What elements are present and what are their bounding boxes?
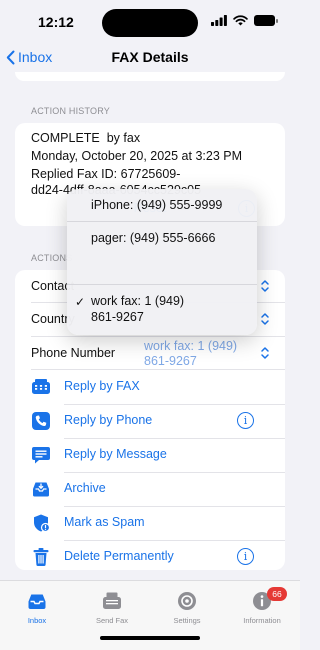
status-bar: 12:12	[0, 0, 300, 44]
tab-label: Inbox	[27, 616, 47, 625]
phone-icon	[32, 412, 50, 430]
menu-option-label: iPhone: (949) 555-9999	[91, 198, 223, 212]
checkmark-icon: ✓	[75, 295, 86, 309]
tab-settings[interactable]: Settings	[152, 591, 222, 633]
info-icon[interactable]: i	[237, 412, 254, 429]
phone-number-picker[interactable]: Phone Number work fax: 1 (949) 861-9267	[15, 337, 285, 369]
tab-send-fax[interactable]: Send Fax	[77, 591, 147, 633]
mark-as-spam-label: Mark as Spam	[64, 515, 145, 529]
menu-option-label: work fax: 1 (949) 861-9267	[91, 293, 184, 325]
menu-option-label: pager: (949) 555-6666	[91, 231, 216, 245]
mark-as-spam-button[interactable]: Mark as Spam	[15, 507, 285, 539]
tab-inbox[interactable]: Inbox	[2, 591, 72, 633]
navigation-bar: Inbox FAX Details	[0, 44, 300, 72]
message-icon	[32, 447, 50, 464]
chevron-up-down-icon	[261, 280, 269, 292]
notification-badge: 66	[267, 587, 287, 601]
action-history-header: ACTION HISTORY	[31, 106, 110, 116]
menu-option-pager[interactable]: pager: (949) 555-6666	[67, 222, 257, 251]
fax-icon	[32, 379, 50, 394]
history-fax-id-line1: Replied Fax ID: 67725609-	[31, 167, 181, 181]
page-title: FAX Details	[111, 49, 189, 65]
menu-option-iphone[interactable]: iPhone: (949) 555-9999	[67, 189, 257, 221]
status-icons	[211, 15, 278, 26]
archive-icon	[33, 482, 49, 497]
divider	[31, 369, 285, 370]
info-icon[interactable]: i	[237, 548, 254, 565]
history-method: by fax	[106, 131, 141, 145]
reply-by-fax-button[interactable]: Reply by FAX	[15, 371, 285, 403]
reply-by-message-button[interactable]: Reply by Message	[15, 439, 285, 471]
reply-by-phone-label: Reply by Phone	[64, 413, 153, 427]
menu-option-work-fax[interactable]: ✓ work fax: 1 (949) 861-9267	[67, 285, 257, 335]
archive-label: Archive	[64, 481, 106, 495]
previous-section-card	[15, 72, 285, 81]
spam-shield-icon	[34, 514, 51, 533]
fax-machine-icon	[103, 592, 121, 609]
trash-icon	[33, 548, 49, 566]
phone-number-menu: iPhone: (949) 555-9999 pager: (949) 555-…	[67, 189, 257, 335]
delete-permanently-label: Delete Permanently	[64, 549, 174, 563]
delete-permanently-button[interactable]: Delete Permanently i	[15, 541, 285, 573]
tab-label: Settings	[173, 616, 201, 625]
history-date: Monday, October 20, 2025 at 3:23 PM	[31, 149, 243, 163]
menu-option-line1: work fax: 1 (949)	[91, 294, 185, 308]
archive-button[interactable]: Archive	[15, 473, 285, 505]
inbox-tray-icon	[28, 594, 46, 609]
status-time: 12:12	[38, 14, 74, 30]
phone-value-line2: 861-9267	[144, 354, 197, 368]
reply-by-phone-button[interactable]: Reply by Phone i	[15, 405, 285, 437]
tab-label: Send Fax	[95, 616, 129, 625]
cellular-signal-icon	[211, 15, 227, 26]
phone-value-line1: work fax: 1 (949)	[144, 339, 238, 353]
history-status-line: COMPLETE by fax	[31, 131, 140, 145]
reply-by-fax-label: Reply by FAX	[64, 379, 140, 393]
reply-by-message-label: Reply by Message	[64, 447, 167, 461]
battery-icon	[254, 15, 278, 26]
chevron-up-down-icon	[261, 347, 269, 359]
history-status: COMPLETE	[31, 131, 100, 145]
wifi-icon	[233, 15, 248, 26]
phone-number-value: work fax: 1 (949) 861-9267	[144, 339, 254, 369]
dynamic-island	[102, 9, 198, 37]
tab-information[interactable]: 66 Information	[227, 587, 297, 633]
home-indicator	[100, 636, 200, 640]
phone-number-label: Phone Number	[31, 346, 116, 360]
menu-option-line2: 861-9267	[91, 310, 144, 324]
gear-icon	[178, 592, 196, 610]
tab-label: Information	[243, 616, 281, 625]
chevron-up-down-icon	[261, 313, 269, 325]
